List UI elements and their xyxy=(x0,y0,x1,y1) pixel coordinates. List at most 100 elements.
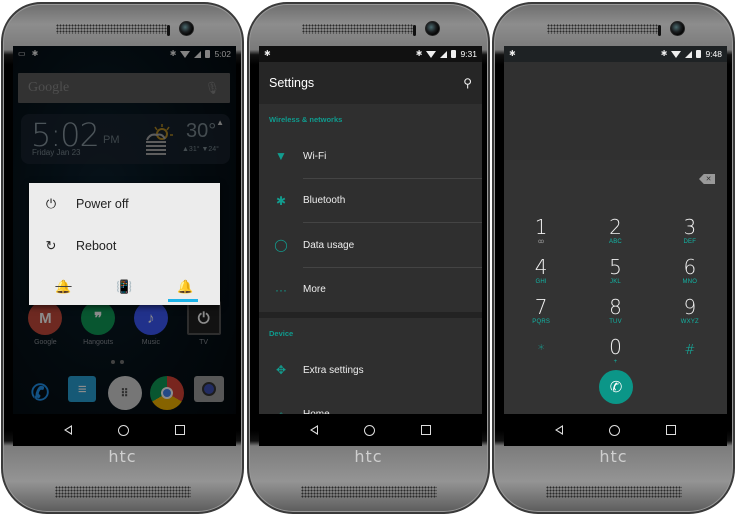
key-letters: WXYZ xyxy=(680,319,699,325)
bluetooth-icon: ✱ xyxy=(660,49,668,58)
earpiece-speaker xyxy=(302,24,414,34)
key-1[interactable]: 1ꝏ xyxy=(504,216,578,252)
key-0[interactable]: 0 + xyxy=(578,336,652,372)
bottom-speaker xyxy=(301,486,437,498)
reboot-label: Reboot xyxy=(76,239,117,253)
front-camera xyxy=(670,21,685,36)
wifi-signal-icon xyxy=(426,50,437,58)
status-time: 9:31 xyxy=(460,49,477,59)
battery-icon xyxy=(696,50,702,58)
key-digit: # xyxy=(684,343,696,358)
bluetooth-icon: ✱ xyxy=(275,193,287,208)
cell-signal-icon xyxy=(685,50,693,58)
settings-item-label: Bluetooth xyxy=(303,195,346,207)
extra-settings-icon: ✥ xyxy=(275,363,287,378)
back-button[interactable] xyxy=(555,425,563,435)
recents-button[interactable] xyxy=(175,425,185,435)
key-4[interactable]: 4 GHI xyxy=(504,256,578,292)
status-bar: ✱ ✱ 9:31 xyxy=(259,46,482,62)
htc-logo: htc xyxy=(599,447,628,466)
more-icon: ··· xyxy=(275,282,287,297)
home-button[interactable] xyxy=(118,424,129,436)
key-3[interactable]: 3 DEF xyxy=(653,216,727,252)
settings-item-data-usage[interactable]: ◯ Data usage xyxy=(259,223,482,268)
recents-button[interactable] xyxy=(421,425,431,435)
sound-on-mode-button[interactable]: 🔔 xyxy=(166,272,206,302)
key-star[interactable]: * xyxy=(504,336,578,372)
key-digit: 3 xyxy=(683,215,697,239)
vibrate-icon: 📳 xyxy=(116,279,133,294)
phone-icon: ✆ xyxy=(609,379,623,396)
settings-item-extra-settings[interactable]: ✥ Extra settings xyxy=(259,348,482,393)
phone-home-power-menu: ▭ ✱ ✱ 5:02 Google 🎙 5:02 PM Friday Jan 2… xyxy=(1,2,244,514)
navigation-bar xyxy=(504,414,727,446)
phone-dialer: ✱ ✱ 9:48 ✕ 1ꝏ 2 ABC 3 DEF 4 GHI 5 JKL 6 MNO 7… xyxy=(492,2,735,514)
key-hash[interactable]: # xyxy=(653,336,727,372)
key-7[interactable]: 7 PQRS xyxy=(504,296,578,332)
data-usage-icon: ◯ xyxy=(274,238,288,253)
key-digit: 0 xyxy=(609,335,622,359)
settings-item-wifi[interactable]: ▼ Wi-Fi xyxy=(259,134,482,179)
android-debug-icon: ✱ xyxy=(509,49,516,58)
vibrate-mode-button[interactable]: 📳 xyxy=(105,272,145,302)
status-time: 9:48 xyxy=(705,49,722,59)
dial-number-display[interactable] xyxy=(504,62,727,160)
settings-item-label: Wi-Fi xyxy=(303,150,327,162)
key-digit: 5 xyxy=(609,255,622,279)
voicemail-icon: ꝏ xyxy=(538,239,545,245)
front-camera xyxy=(179,21,194,36)
htc-logo: htc xyxy=(108,447,137,466)
earpiece-speaker xyxy=(547,24,659,34)
key-digit: 2 xyxy=(609,215,622,239)
key-letters: + xyxy=(613,359,618,365)
key-digit: 6 xyxy=(683,255,697,279)
key-digit: * xyxy=(537,343,545,358)
key-letters: JKL xyxy=(610,279,621,285)
back-button[interactable] xyxy=(64,425,72,435)
power-menu-dialog: ⏻ Power off ↻ Reboot 🔔 📳 🔔 xyxy=(29,183,220,305)
proximity-sensor xyxy=(658,25,661,36)
key-digit: 7 xyxy=(534,295,548,319)
screenshot-composite: ▭ ✱ ✱ 5:02 Google 🎙 5:02 PM Friday Jan 2… xyxy=(0,0,737,516)
front-camera xyxy=(425,21,440,36)
reboot-icon: ↻ xyxy=(45,238,57,253)
proximity-sensor xyxy=(413,25,416,36)
key-digit: 4 xyxy=(534,255,548,279)
reboot-option[interactable]: ↻ Reboot xyxy=(29,225,220,267)
back-button[interactable] xyxy=(310,425,318,435)
power-off-option[interactable]: ⏻ Power off xyxy=(29,183,220,225)
home-button[interactable] xyxy=(364,424,375,436)
key-letters: DEF xyxy=(683,239,697,245)
bottom-speaker xyxy=(546,486,682,498)
silent-mode-button[interactable]: 🔔 xyxy=(44,272,84,302)
bluetooth-icon: ✱ xyxy=(415,49,423,58)
home-screen: ▭ ✱ ✱ 5:02 Google 🎙 5:02 PM Friday Jan 2… xyxy=(13,46,236,446)
settings-screen: ✱ ✱ 9:31 Settings ⚲ Wireless & networks … xyxy=(259,46,482,446)
key-5[interactable]: 5 JKL xyxy=(578,256,652,292)
key-9[interactable]: 9 WXYZ xyxy=(653,296,727,332)
settings-list: Wireless & networks ▼ Wi-Fi ✱ Bluetooth … xyxy=(259,104,482,437)
settings-item-bluetooth[interactable]: ✱ Bluetooth xyxy=(259,179,482,224)
wifi-signal-icon xyxy=(671,50,682,58)
section-header-wireless: Wireless & networks xyxy=(269,114,343,124)
sound-mode-selector: 🔔 📳 🔔 xyxy=(29,269,220,305)
settings-item-more[interactable]: ··· More xyxy=(259,268,482,313)
key-6[interactable]: 6 MNO xyxy=(653,256,727,292)
dial-keypad: 1ꝏ 2 ABC 3 DEF 4 GHI 5 JKL 6 MNO 7 PQRS 8 TUV 9… xyxy=(504,216,727,372)
key-8[interactable]: 8 TUV xyxy=(578,296,652,332)
recents-button[interactable] xyxy=(666,425,676,435)
home-button[interactable] xyxy=(609,424,620,436)
dialer-screen: ✱ ✱ 9:48 ✕ 1ꝏ 2 ABC 3 DEF 4 GHI 5 JKL 6 MNO 7… xyxy=(504,46,727,446)
call-button[interactable]: ✆ xyxy=(599,370,633,404)
key-digit: 9 xyxy=(683,295,697,319)
settings-item-label: Data usage xyxy=(303,239,355,251)
android-debug-icon: ✱ xyxy=(264,49,271,58)
page-title: Settings xyxy=(269,76,315,90)
search-icon[interactable]: ⚲ xyxy=(463,76,472,90)
sound-on-icon: 🔔 xyxy=(177,279,194,294)
key-letters: GHI xyxy=(535,279,547,285)
key-letters: PQRS xyxy=(532,319,551,325)
key-2[interactable]: 2 ABC xyxy=(578,216,652,252)
navigation-bar xyxy=(13,414,236,446)
section-header-device: Device xyxy=(269,328,294,338)
